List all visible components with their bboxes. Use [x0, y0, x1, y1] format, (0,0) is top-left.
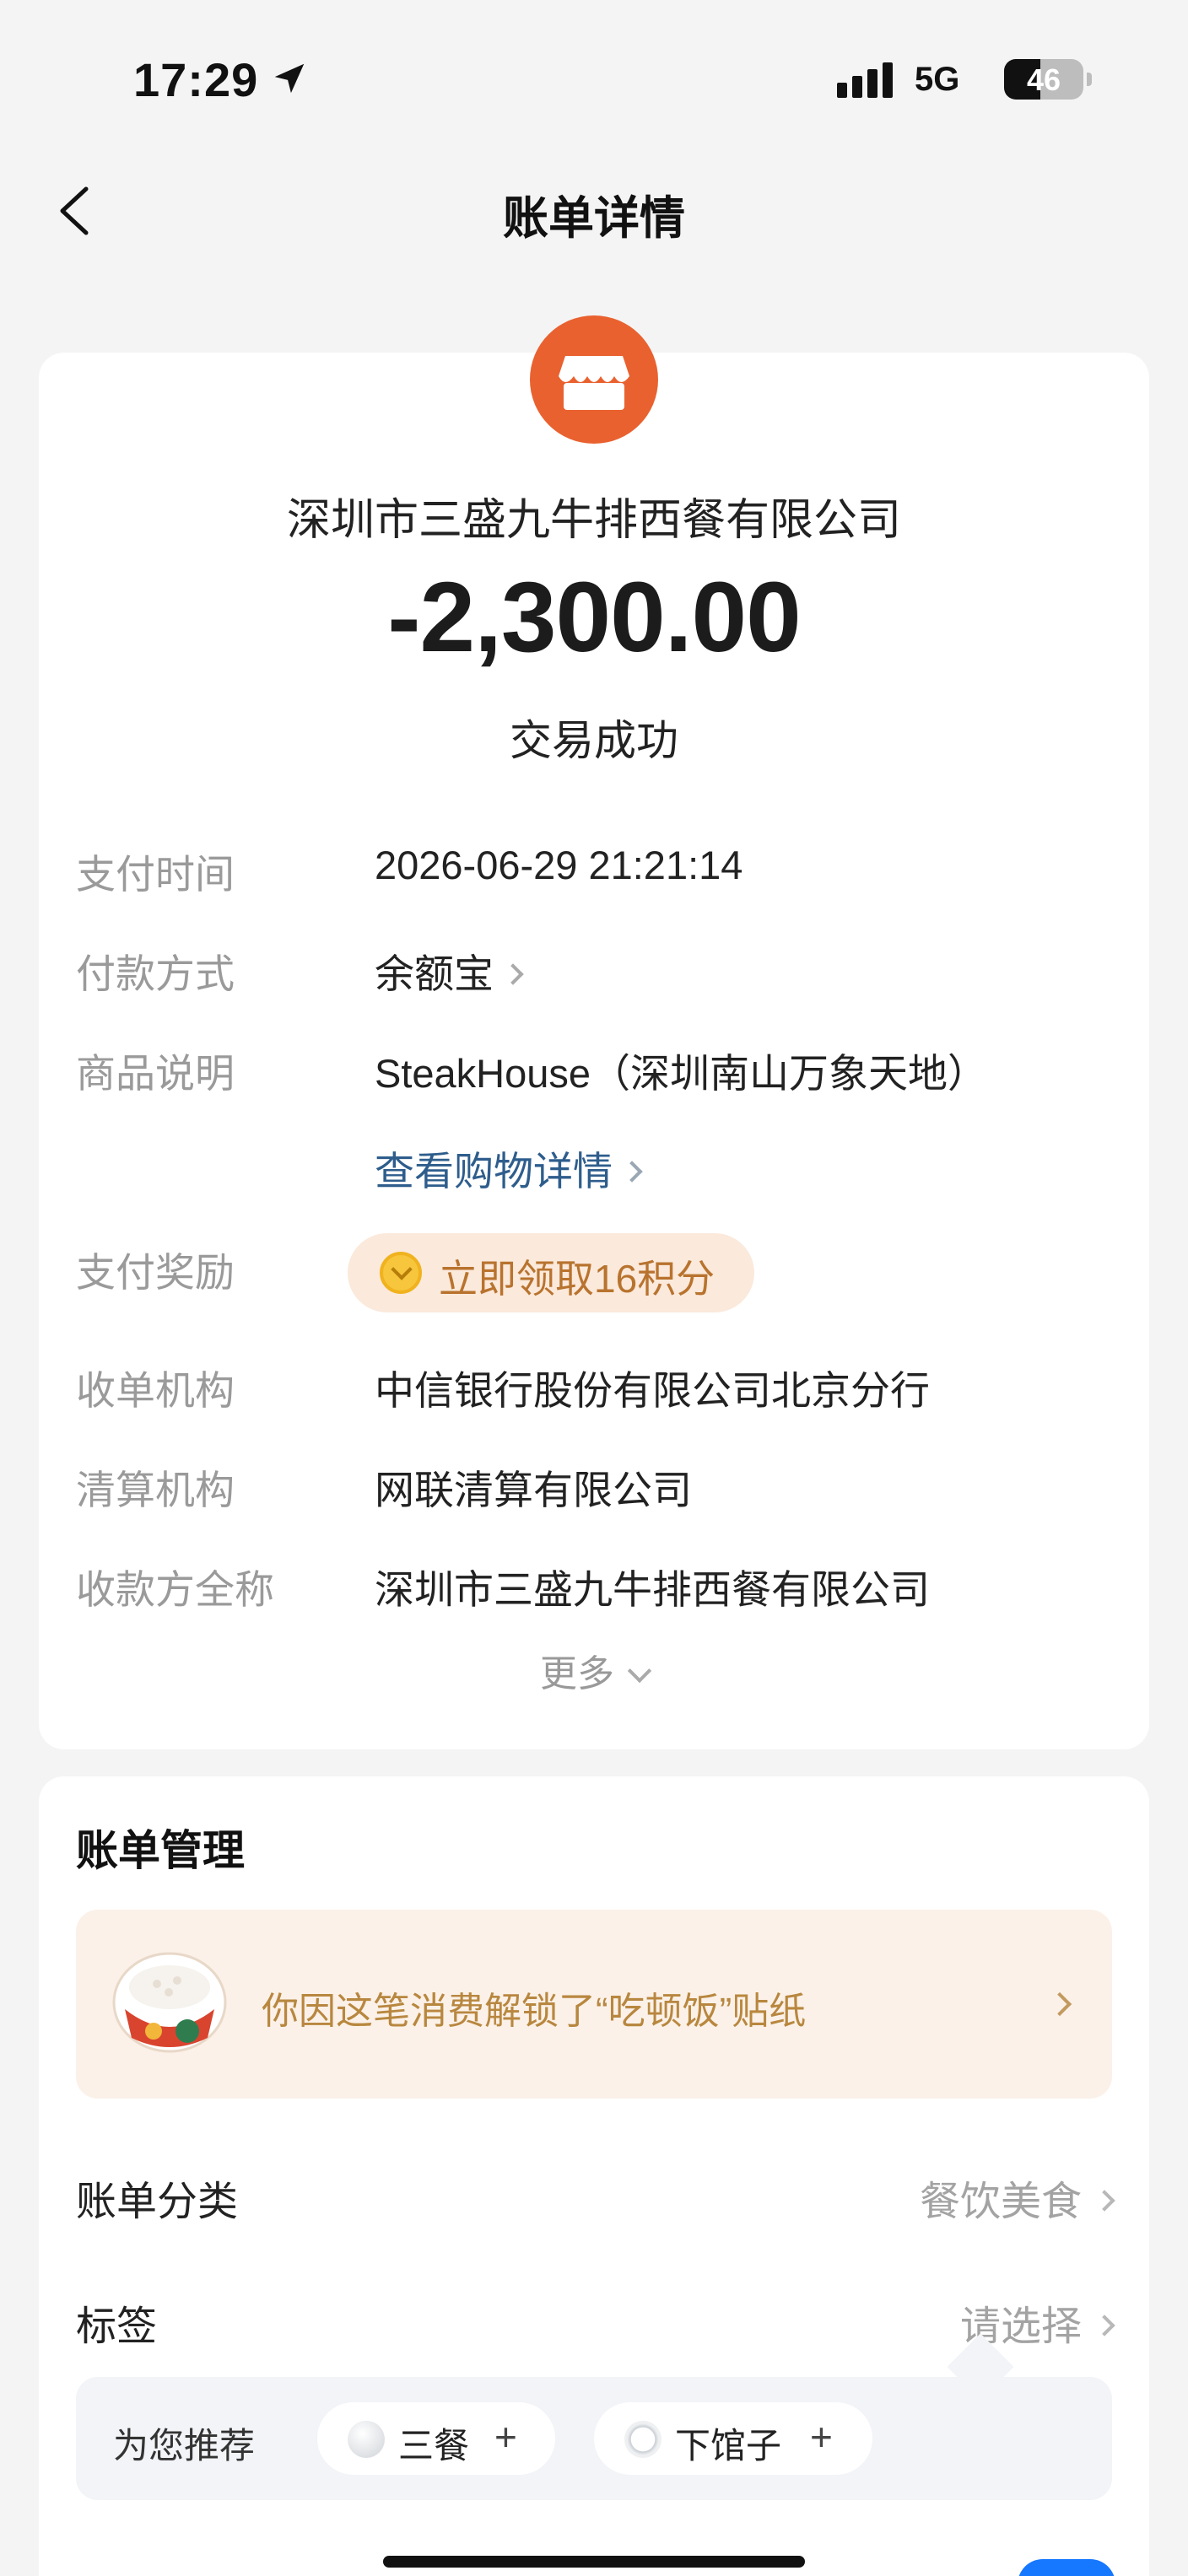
- bill-management-title: 账单管理: [76, 1827, 245, 1874]
- claim-points-label: 立即领取16积分: [439, 1257, 716, 1301]
- chevron-down-icon: [627, 1658, 652, 1684]
- plus-icon: +: [810, 2415, 833, 2459]
- chevron-right-icon: [621, 1160, 643, 1183]
- recommend-label: 为您推荐: [113, 2426, 256, 2466]
- pay-method-link[interactable]: 余额宝: [375, 941, 524, 1000]
- pay-time-label: 支付时间: [76, 852, 235, 897]
- chevron-right-icon: [1094, 2190, 1115, 2212]
- rice-bowl-icon: [348, 2421, 385, 2458]
- battery-icon: 46: [1004, 59, 1083, 100]
- pay-time-value: 2026-06-29 21:21:14: [375, 843, 743, 887]
- status-bar: 17:29 5G 46: [0, 0, 1188, 160]
- points-coin-icon: [380, 1252, 422, 1294]
- pay-method-value: 余额宝: [375, 951, 494, 996]
- bill-category-value: 餐饮美食: [919, 2180, 1082, 2224]
- tag-chip-meals[interactable]: 三餐 +: [317, 2402, 555, 2475]
- payee-value: 深圳市三盛九牛排西餐有限公司: [375, 1567, 930, 1612]
- pay-method-label: 付款方式: [76, 951, 235, 996]
- plus-icon: +: [494, 2415, 517, 2459]
- tag-label: 标签: [76, 2304, 158, 2349]
- chevron-right-icon: [1094, 2315, 1115, 2337]
- tag-chip-label: 下馆子: [675, 2426, 782, 2466]
- network-type: 5G: [915, 61, 960, 98]
- status-time: 17:29: [133, 53, 259, 106]
- more-button[interactable]: 更多: [0, 1643, 1188, 1697]
- more-label: 更多: [540, 1653, 614, 1695]
- view-shopping-details-link[interactable]: 查看购物详情: [375, 1139, 643, 1197]
- location-arrow-icon: [274, 63, 305, 94]
- acquirer-label: 收单机构: [76, 1368, 235, 1413]
- battery-level: 46: [1026, 62, 1061, 97]
- rice-bowl-sticker-icon: [112, 1952, 227, 2053]
- sticker-unlock-text: 你因这笔消费解锁了“吃顿饭”贴纸: [262, 1991, 807, 2032]
- acquirer-value: 中信银行股份有限公司北京分行: [375, 1368, 930, 1413]
- payee-label: 收款方全称: [76, 1567, 274, 1612]
- recommend-toggle[interactable]: [1018, 2559, 1115, 2576]
- tag-recommendations: 为您推荐 三餐 + 下馆子 +: [76, 2377, 1112, 2500]
- page-title: 账单详情: [503, 193, 685, 244]
- claim-points-button[interactable]: 立即领取16积分: [348, 1233, 754, 1312]
- plate-cutlery-icon: [624, 2421, 662, 2458]
- home-indicator: [383, 2556, 805, 2568]
- reward-label: 支付奖励: [76, 1250, 235, 1295]
- tag-chip-dine-out[interactable]: 下馆子 +: [594, 2402, 872, 2475]
- sticker-unlock-banner[interactable]: 你因这笔消费解锁了“吃顿饭”贴纸: [76, 1910, 1112, 2099]
- merchant-name: 深圳市三盛九牛排西餐有限公司: [286, 496, 901, 545]
- clearing-value: 网联清算有限公司: [375, 1468, 692, 1512]
- store-icon: [530, 315, 658, 444]
- tag-chip-label: 三餐: [398, 2426, 470, 2466]
- view-shopping-details-label: 查看购物详情: [375, 1149, 613, 1194]
- transaction-status: 交易成功: [510, 717, 678, 764]
- chevron-right-icon: [1047, 1991, 1072, 2017]
- battery-tip: [1087, 73, 1092, 86]
- clearing-label: 清算机构: [76, 1468, 235, 1512]
- cellular-signal-icon: [837, 62, 893, 98]
- product-value: SteakHouse（深圳南山万象天地）: [375, 1051, 988, 1096]
- chevron-right-icon: [502, 962, 524, 985]
- bill-category-label: 账单分类: [76, 2180, 239, 2224]
- transaction-amount: -2,300.00: [387, 562, 802, 673]
- product-label: 商品说明: [76, 1051, 235, 1096]
- bill-category-selector[interactable]: 餐饮美食: [919, 2168, 1115, 2227]
